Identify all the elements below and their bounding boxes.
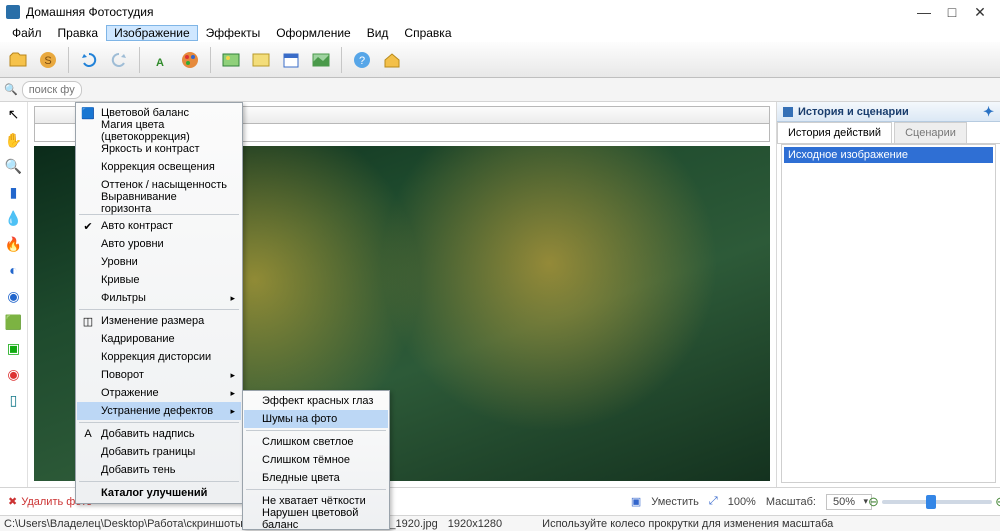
panel-more-icon[interactable]: ✦ — [983, 104, 994, 120]
status-hint: Используйте колесо прокрутки для изменен… — [542, 518, 833, 530]
menu-item[interactable]: Коррекция дисторсии — [77, 348, 241, 366]
hand-tool-icon[interactable]: ✋ — [6, 132, 22, 148]
menu-item[interactable]: Яркость и контраст — [77, 140, 241, 158]
main-toolbar: S A ? — [0, 42, 1000, 78]
redeye-tool-icon[interactable]: ◉ — [6, 366, 22, 382]
redo-icon[interactable] — [107, 48, 131, 72]
panel-icon — [783, 107, 793, 117]
menu-item[interactable]: Фильтры▸ — [77, 289, 241, 307]
stamp-tool-icon[interactable]: ▣ — [6, 340, 22, 356]
pointer-tool-icon[interactable]: ↖ — [6, 106, 22, 122]
menu-help[interactable]: Справка — [396, 25, 459, 41]
toolbox: ↖ ✋ 🔍 ▮ 💧 🔥 ◐ ◉ 🟩 ▣ ◉ ▯ — [0, 102, 28, 487]
fit-icon[interactable]: ▣ — [631, 495, 641, 508]
drop-tool-icon[interactable]: 💧 — [6, 210, 22, 226]
undo-icon[interactable] — [77, 48, 101, 72]
image2-icon[interactable] — [249, 48, 273, 72]
menu-item[interactable]: Кадрирование — [77, 330, 241, 348]
submenu-item[interactable]: Слишком светлое — [244, 433, 388, 451]
menu-item[interactable]: Поворот▸ — [77, 366, 241, 384]
minimize-button[interactable]: — — [910, 4, 938, 21]
menu-item[interactable]: Добавить границы — [77, 443, 241, 461]
window-title: Домашняя Фотостудия — [26, 5, 910, 19]
zoom-out-icon[interactable]: ⊖ — [868, 494, 879, 510]
menu-item[interactable]: ◫Изменение размера — [77, 312, 241, 330]
menu-design[interactable]: Оформление — [268, 25, 358, 41]
save-icon[interactable]: S — [36, 48, 60, 72]
history-item[interactable]: Исходное изображение — [784, 147, 993, 163]
crop-tool-icon[interactable]: ▯ — [6, 392, 22, 408]
panel-title: История и сценарии — [798, 106, 909, 118]
menu-item[interactable]: Отражение▸ — [77, 384, 241, 402]
menu-effects[interactable]: Эффекты — [198, 25, 269, 41]
app-icon — [6, 5, 20, 19]
menu-view[interactable]: Вид — [359, 25, 397, 41]
zoom-slider[interactable]: ⊖⊕ — [882, 500, 992, 504]
menu-item[interactable]: Выравнивание горизонта — [77, 194, 241, 212]
submenu-item[interactable]: Бледные цвета — [244, 469, 388, 487]
fit-label[interactable]: Уместить — [651, 496, 699, 508]
zoom-100-label[interactable]: 100% — [728, 496, 756, 508]
scale-label: Масштаб: — [766, 496, 816, 508]
menu-image-dropdown: 🟦Цветовой балансМагия цвета (цветокоррек… — [75, 102, 243, 504]
image1-icon[interactable] — [219, 48, 243, 72]
tab-history[interactable]: История действий — [777, 122, 892, 143]
svg-text:A: A — [156, 57, 164, 69]
menu-image[interactable]: Изображение — [106, 25, 198, 41]
submenu-item[interactable]: Шумы на фото — [244, 410, 388, 428]
tab-scenarios[interactable]: Сценарии — [894, 122, 967, 143]
menu-item[interactable]: Каталог улучшений — [77, 484, 241, 502]
menubar: Файл Правка Изображение Эффекты Оформлен… — [0, 24, 1000, 42]
palette-icon[interactable] — [178, 48, 202, 72]
search-input[interactable] — [22, 81, 82, 99]
menu-item[interactable]: Уровни — [77, 253, 241, 271]
menu-item[interactable]: Магия цвета (цветокоррекция) — [77, 122, 241, 140]
menu-edit[interactable]: Правка — [50, 25, 107, 41]
menu-item[interactable]: Добавить тень — [77, 461, 241, 479]
home-icon[interactable] — [380, 48, 404, 72]
calendar-icon[interactable] — [279, 48, 303, 72]
delete-icon: ✖ — [8, 495, 17, 508]
submenu-item[interactable]: Нарушен цветовой баланс — [244, 510, 388, 528]
flame-tool-icon[interactable]: 🔥 — [6, 236, 22, 252]
menu-item[interactable]: Коррекция освещения — [77, 158, 241, 176]
zoom-actual-icon[interactable]: ⤢ — [709, 495, 718, 508]
submenu-item[interactable]: Эффект красных глаз — [244, 392, 388, 410]
menu-item[interactable]: Кривые — [77, 271, 241, 289]
scale-dropdown[interactable]: 50% — [826, 494, 872, 510]
dodge-tool-icon[interactable]: ◉ — [6, 288, 22, 304]
color-tool-icon[interactable]: 🟩 — [6, 314, 22, 330]
maximize-button[interactable]: □ — [938, 4, 966, 21]
menu-item[interactable]: ✔Авто контраст — [77, 217, 241, 235]
zoom-tool-icon[interactable]: 🔍 — [6, 158, 22, 174]
svg-text:S: S — [44, 55, 51, 67]
menu-item[interactable]: Устранение дефектов▸ — [77, 402, 241, 420]
zoom-in-icon[interactable]: ⊕ — [995, 494, 1000, 510]
open-icon[interactable] — [6, 48, 30, 72]
image3-icon[interactable] — [309, 48, 333, 72]
menu-item[interactable]: Авто уровни — [77, 235, 241, 253]
brush-tool-icon[interactable]: ▮ — [6, 184, 22, 200]
blur-tool-icon[interactable]: ◐ — [6, 262, 22, 278]
menu-item[interactable]: AДобавить надпись — [77, 425, 241, 443]
help-icon[interactable]: ? — [350, 48, 374, 72]
svg-text:?: ? — [359, 55, 365, 67]
submenu-defects: Эффект красных глазШумы на фото Слишком с… — [242, 390, 390, 530]
close-button[interactable]: ✕ — [966, 4, 994, 21]
submenu-item[interactable]: Слишком тёмное — [244, 451, 388, 469]
menu-file[interactable]: Файл — [4, 25, 50, 41]
status-dimensions: 1920x1280 — [448, 518, 502, 530]
text-icon[interactable]: A — [148, 48, 172, 72]
search-icon: 🔍 — [4, 83, 18, 96]
